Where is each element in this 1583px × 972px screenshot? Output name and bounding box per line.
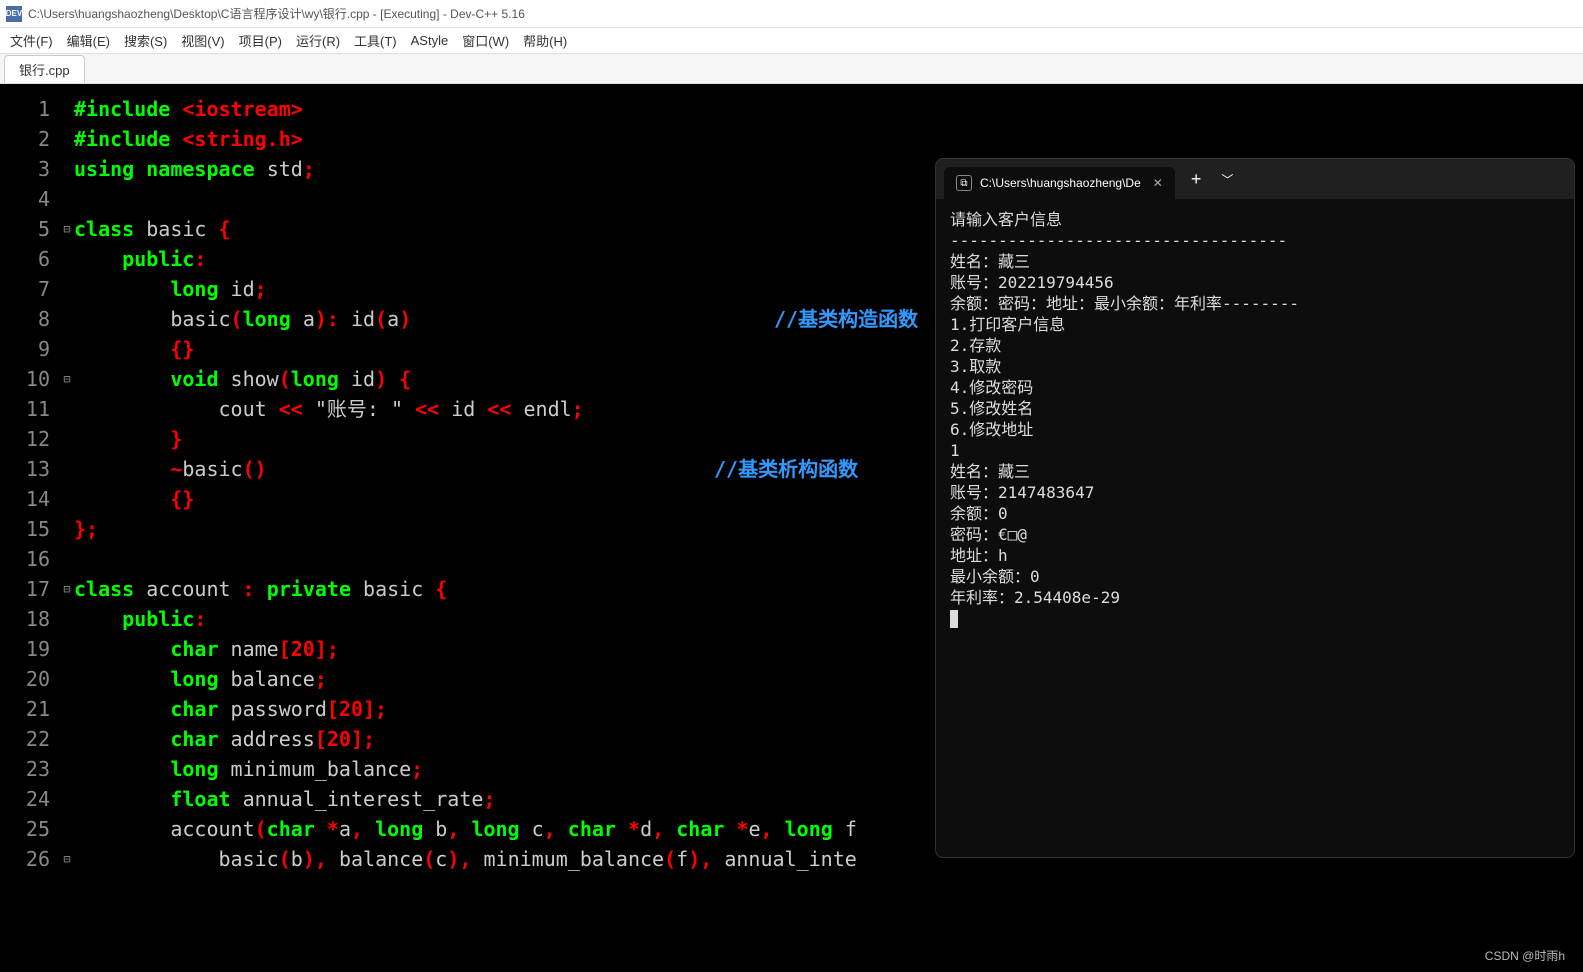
tab-bar: 银行.cpp [0, 54, 1583, 84]
new-tab-button[interactable]: + [1191, 169, 1202, 190]
menu-project[interactable]: 项目(P) [239, 31, 282, 50]
console-tab[interactable]: ⧉ C:\Users\huangshaozheng\De ✕ [944, 167, 1175, 199]
menu-window[interactable]: 窗口(W) [462, 31, 509, 50]
terminal-icon: ⧉ [956, 175, 972, 191]
console-tab-bar: ⧉ C:\Users\huangshaozheng\De ✕ + ﹀ [936, 159, 1574, 199]
console-output[interactable]: 请输入客户信息 --------------------------------… [936, 199, 1574, 639]
menu-view[interactable]: 视图(V) [181, 31, 224, 50]
menu-run[interactable]: 运行(R) [296, 31, 340, 50]
menu-search[interactable]: 搜索(S) [124, 31, 167, 50]
close-icon[interactable]: ✕ [1153, 176, 1163, 190]
fold-column[interactable]: ⊟⊟⊟⊟ [60, 84, 74, 972]
title-bar: DEV C:\Users\huangshaozheng\Desktop\C语言程… [0, 0, 1583, 28]
menu-astyle[interactable]: AStyle [411, 33, 449, 48]
menu-bar: 文件(F) 编辑(E) 搜索(S) 视图(V) 项目(P) 运行(R) 工具(T… [0, 28, 1583, 54]
menu-tools[interactable]: 工具(T) [354, 31, 397, 50]
menu-file[interactable]: 文件(F) [10, 31, 53, 50]
tab-dropdown-icon[interactable]: ﹀ [1221, 171, 1233, 188]
app-icon: DEV [6, 6, 22, 22]
menu-edit[interactable]: 编辑(E) [67, 31, 110, 50]
console-tab-title: C:\Users\huangshaozheng\De [980, 176, 1141, 190]
menu-help[interactable]: 帮助(H) [523, 31, 567, 50]
window-title: C:\Users\huangshaozheng\Desktop\C语言程序设计\… [28, 5, 525, 22]
watermark: CSDN @时雨h [1485, 947, 1565, 964]
file-tab[interactable]: 银行.cpp [4, 55, 85, 83]
line-gutter: 1234567891011121314151617181920212223242… [0, 84, 60, 972]
cursor [950, 610, 958, 628]
console-window[interactable]: ⧉ C:\Users\huangshaozheng\De ✕ + ﹀ 请输入客户… [935, 158, 1575, 858]
